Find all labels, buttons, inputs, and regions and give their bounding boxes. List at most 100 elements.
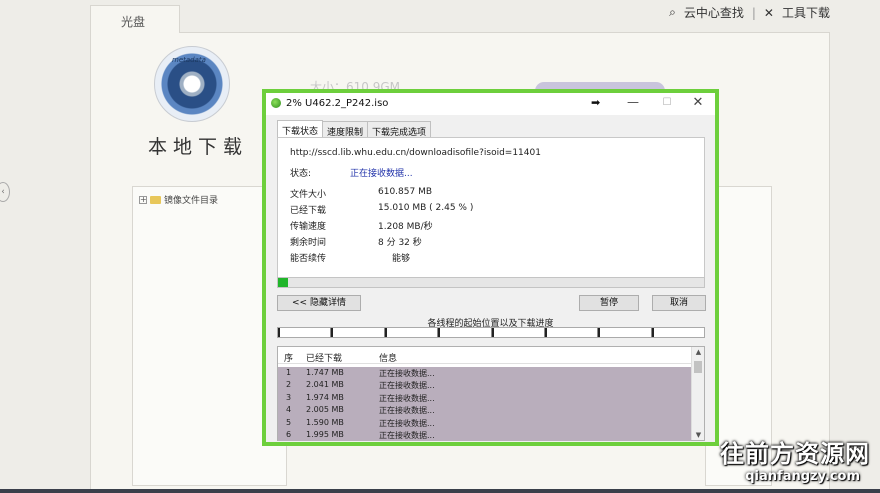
- watermark-main: 往前方资源网: [720, 440, 870, 468]
- thread-segments-bar: [277, 327, 705, 338]
- scroll-down-icon[interactable]: ▼: [692, 431, 705, 439]
- tab-download-status[interactable]: 下载状态: [277, 120, 324, 138]
- row-size: 1.974 MB: [306, 392, 344, 402]
- table-row[interactable]: 6 1.995 MB 正在接收数据...: [278, 429, 691, 441]
- resume-label: 能否续传: [290, 254, 327, 264]
- row-info: 正在接收数据...: [379, 381, 435, 391]
- segment: [331, 328, 385, 337]
- segment: [491, 328, 545, 337]
- table-row[interactable]: 3 1.974 MB 正在接收数据...: [278, 392, 691, 404]
- chevron-left-icon[interactable]: ‹: [0, 182, 10, 202]
- local-download-heading: 本地下载: [148, 136, 249, 158]
- row-size: 1.590 MB: [306, 417, 344, 427]
- download-url: http://sscd.lib.whu.edu.cn/downloadisofi…: [290, 148, 541, 158]
- segment-progress: [438, 328, 441, 337]
- file-size-value: 610.857 MB: [378, 187, 433, 197]
- time-left-label: 剩余时间: [290, 238, 327, 248]
- segment: [651, 328, 704, 337]
- thread-list-header: 序 已经下载 信息: [278, 347, 691, 364]
- speed-value: 1.208 MB/秒: [378, 222, 433, 232]
- progress-fill: [278, 278, 289, 287]
- download-progress-bar: [277, 277, 705, 288]
- segment: [278, 328, 332, 337]
- segment: [384, 328, 439, 337]
- row-index: 1: [286, 368, 292, 377]
- cancel-button[interactable]: 取消: [652, 295, 706, 311]
- row-index: 3: [286, 392, 292, 402]
- resume-value: 能够: [392, 254, 411, 264]
- folder-icon: [150, 195, 161, 204]
- minimize-button[interactable]: —: [623, 95, 643, 109]
- col-index[interactable]: 序: [284, 351, 293, 364]
- list-scrollbar[interactable]: ▲ ▼: [691, 347, 704, 440]
- thread-rows: 1 1.747 MB 正在接收数据... 2 2.041 MB 正在接收数据..…: [278, 367, 691, 441]
- close-button[interactable]: ✕: [688, 95, 708, 110]
- tab-disc[interactable]: 光盘: [90, 5, 180, 33]
- scrollbar-thumb[interactable]: [694, 361, 702, 373]
- file-size-label: 文件大小: [290, 190, 327, 200]
- row-info: 正在接收数据...: [379, 369, 435, 378]
- dialog-titlebar[interactable]: 2% U462.2_P242.iso ➡ — ☐ ✕: [266, 93, 715, 115]
- segment-progress: [331, 328, 334, 337]
- tools-icon[interactable]: ✕: [764, 6, 774, 20]
- row-size: 2.041 MB: [306, 380, 344, 390]
- hide-details-button[interactable]: << 隐藏详情: [277, 295, 361, 311]
- table-row[interactable]: 1 1.747 MB 正在接收数据...: [278, 367, 691, 379]
- status-label: 状态:: [290, 169, 312, 179]
- watermark-url: qianfangzy.com: [745, 469, 860, 484]
- downloaded-label: 已经下载: [290, 206, 327, 216]
- table-row[interactable]: 2 2.041 MB 正在接收数据...: [278, 379, 691, 391]
- tree-item-iso[interactable]: + 镜像文件目录: [139, 193, 218, 206]
- logo-text: metadata: [172, 56, 206, 64]
- dialog-tabs: 下载状态 速度限制 下载完成选项: [277, 120, 432, 138]
- row-info: 正在接收数据...: [379, 406, 435, 416]
- thread-list: 序 已经下载 信息 1 1.747 MB 正在接收数据... 2 2.041 M…: [277, 346, 705, 441]
- status-page: http://sscd.lib.whu.edu.cn/downloadisofi…: [277, 137, 705, 280]
- dialog-title: 2% U462.2_P242.iso: [286, 98, 389, 109]
- col-downloaded[interactable]: 已经下载: [306, 351, 342, 364]
- pause-button[interactable]: 暂停: [579, 295, 639, 311]
- segment-progress: [278, 328, 280, 337]
- row-info: 正在接收数据...: [379, 418, 435, 428]
- segment: [438, 328, 492, 337]
- segment-progress: [651, 328, 654, 337]
- search-icon[interactable]: ⌕: [669, 5, 676, 20]
- download-app-icon: [271, 98, 281, 108]
- taskbar-strip: [0, 489, 880, 493]
- download-dialog: 2% U462.2_P242.iso ➡ — ☐ ✕ 下载状态 速度限制 下载完…: [262, 89, 719, 446]
- row-index: 4: [286, 405, 292, 415]
- row-size: 1.995 MB: [306, 430, 344, 439]
- row-index: 6: [286, 430, 292, 439]
- table-row[interactable]: 4 2.005 MB 正在接收数据...: [278, 404, 691, 416]
- watermark: 往前方资源网 qianfangzy.com: [720, 434, 870, 489]
- row-size: 2.005 MB: [306, 405, 344, 415]
- arrow-right-icon: ➡: [591, 96, 601, 109]
- downloaded-value: 15.010 MB ( 2.45 % ): [378, 203, 474, 213]
- row-info: 正在接收数据...: [379, 431, 435, 440]
- table-row[interactable]: 5 1.590 MB 正在接收数据...: [278, 417, 691, 429]
- cloud-search-link[interactable]: 云中心查找: [684, 4, 744, 21]
- status-value: 正在接收数据...: [350, 169, 413, 179]
- scroll-up-icon[interactable]: ▲: [692, 348, 705, 356]
- segment: [598, 328, 652, 337]
- segment: [544, 328, 599, 337]
- tree-item-label: 镜像文件目录: [164, 196, 219, 206]
- segment-progress: [384, 328, 387, 337]
- tab-speed-limit[interactable]: 速度限制: [322, 121, 369, 138]
- expand-icon[interactable]: +: [139, 195, 147, 204]
- row-size: 1.747 MB: [306, 368, 344, 377]
- row-index: 2: [286, 380, 292, 390]
- divider: |: [751, 5, 756, 20]
- tab-completion-options[interactable]: 下载完成选项: [367, 121, 432, 138]
- row-info: 正在接收数据...: [379, 393, 435, 403]
- segment-progress: [544, 328, 547, 337]
- time-left-value: 8 分 32 秒: [378, 238, 422, 248]
- col-info[interactable]: 信息: [379, 351, 397, 364]
- maximize-button[interactable]: ☐: [657, 97, 677, 108]
- segment-progress: [491, 328, 494, 337]
- speed-label: 传输速度: [290, 222, 327, 232]
- segment-progress: [598, 328, 601, 337]
- top-links: ⌕ 云中心查找 | ✕ 工具下载: [669, 4, 830, 21]
- tools-download-link[interactable]: 工具下载: [782, 4, 830, 21]
- row-index: 5: [286, 417, 292, 427]
